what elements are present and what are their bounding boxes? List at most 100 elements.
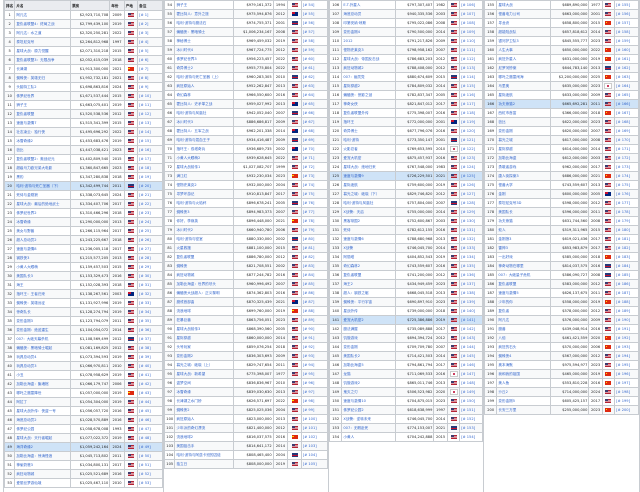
reference-link[interactable]: [# 175] — [614, 180, 639, 190]
title-link[interactable]: 哈利·波特与魔法石 — [174, 18, 234, 28]
title-link[interactable]: 速度与激情5 — [496, 288, 552, 298]
title-link[interactable]: 复仇者联盟3：无限战争 — [14, 55, 72, 65]
title-link[interactable]: 爱宠大机密2 — [341, 315, 397, 325]
reference-link[interactable]: [# 160] — [614, 45, 639, 55]
reference-link[interactable]: [# 149] — [459, 387, 483, 397]
title-link[interactable]: 疯狂外星人 — [496, 54, 552, 64]
title-link[interactable]: 星战外传 — [341, 306, 397, 316]
reference-link[interactable]: [# 105] — [300, 459, 328, 469]
title-link[interactable]: 金刚 — [496, 189, 552, 199]
title-link[interactable]: 变形金刚5 — [496, 396, 552, 406]
title-link[interactable]: 玩具总动员3 — [14, 361, 72, 371]
title-link[interactable]: 复仇者联盟 — [496, 279, 552, 289]
reference-link[interactable]: [# 94] — [300, 360, 328, 370]
title-link[interactable]: 蚁人 — [496, 225, 552, 235]
title-link[interactable]: 疯狂动物城2 — [341, 63, 397, 73]
title-link[interactable]: 变形金刚4 — [341, 27, 397, 37]
reference-link[interactable]: [# 130] — [459, 216, 483, 226]
title-link[interactable]: 海王2 — [341, 279, 397, 289]
title-link[interactable]: 头号玩家 — [174, 342, 234, 352]
reference-link[interactable]: [# 179] — [614, 216, 639, 226]
reference-link[interactable]: [# 33] — [137, 298, 163, 308]
reference-link[interactable]: [# 36] — [137, 325, 163, 335]
reference-link[interactable]: [# 23] — [137, 208, 163, 218]
title-link[interactable]: 复仇者 — [496, 306, 552, 316]
reference-link[interactable]: [# 164] — [614, 81, 639, 91]
reference-link[interactable]: [# 102] — [300, 432, 328, 442]
title-link[interactable]: X战警 — [341, 243, 397, 253]
title-link[interactable]: E.T.外星人 — [341, 0, 397, 10]
reference-link[interactable]: [# 171] — [614, 144, 639, 154]
reference-link[interactable]: [# 49] — [137, 442, 163, 452]
title-link[interactable]: 满江红 — [174, 171, 234, 181]
reference-link[interactable]: [# 61] — [300, 63, 328, 73]
reference-link[interactable]: [# 168] — [614, 117, 639, 127]
title-link[interactable]: 长津湖之水门桥 — [174, 396, 234, 406]
reference-link[interactable]: [# 78] — [300, 216, 328, 226]
reference-link[interactable]: [# 40] — [137, 361, 163, 371]
reference-link[interactable]: [# 48] — [137, 433, 163, 443]
title-link[interactable]: 哈利·波特与凤凰社 — [341, 198, 397, 208]
title-link[interactable]: 爱丽丝梦游仙境 — [14, 478, 72, 488]
title-link[interactable]: 鬼灭之刃 — [341, 387, 397, 397]
reference-link[interactable]: [# 159] — [614, 36, 639, 46]
reference-link[interactable]: [# 1] — [137, 10, 163, 20]
reference-link[interactable]: [# 143] — [459, 333, 483, 343]
title-link[interactable]: 人生大事 — [496, 45, 552, 55]
title-link[interactable]: 少年的你 — [496, 297, 552, 307]
title-link[interactable]: 疯狂动物城 — [14, 469, 72, 479]
title-link[interactable]: 哈利·波特与死亡圣器（上） — [174, 72, 234, 82]
title-link[interactable]: 变形金刚：绝迹重生 — [14, 325, 72, 335]
title-link[interactable]: 2012 — [341, 36, 397, 46]
title-link[interactable]: 神秘博士 — [174, 36, 234, 46]
reference-link[interactable]: [# 58] — [300, 36, 328, 46]
reference-link[interactable]: [# 200] — [614, 405, 639, 415]
title-link[interactable]: 阿凡达：水之道 — [14, 28, 72, 38]
title-link[interactable]: 马里奥 — [496, 81, 552, 91]
reference-link[interactable]: [# 65] — [300, 99, 328, 109]
title-link[interactable]: 侏罗纪公园2 — [341, 405, 397, 415]
title-link[interactable]: 暮光之城 — [496, 135, 552, 145]
reference-link[interactable]: [# 187] — [614, 288, 639, 298]
reference-link[interactable]: [# 157] — [614, 18, 639, 28]
title-link[interactable]: 饥饿游戏 — [341, 333, 397, 343]
title-link[interactable]: 哈利·波特与阿兹卡班的囚徒 — [174, 450, 234, 460]
title-link[interactable]: 复仇者联盟 — [341, 270, 397, 280]
title-link[interactable]: X战警：天启 — [341, 207, 397, 217]
title-link[interactable]: 头脑特工队2 — [14, 82, 72, 92]
reference-link[interactable]: [# 15] — [137, 136, 163, 146]
title-link[interactable]: 蜘蛛侠 — [174, 261, 234, 271]
title-link[interactable]: 蜘蛛侠2 — [174, 405, 234, 415]
reference-link[interactable]: [# 118] — [459, 108, 483, 118]
title-link[interactable]: 怪物史莱克3 — [341, 45, 397, 55]
title-link[interactable]: 指环王 — [341, 117, 397, 127]
reference-link[interactable]: [# 140] — [459, 306, 483, 316]
reference-link[interactable]: [# 135] — [459, 261, 483, 271]
title-link[interactable]: 星球大战 — [496, 0, 552, 10]
reference-link[interactable]: [# 41] — [137, 370, 163, 380]
title-link[interactable]: 魔戒首部曲 — [174, 297, 234, 307]
reference-link[interactable]: [# 45] — [137, 406, 163, 416]
title-link[interactable]: 功夫熊猫2 — [496, 99, 552, 109]
title-link[interactable]: 变形金刚2 — [174, 351, 234, 361]
header-note[interactable]: 备注 — [137, 0, 163, 11]
reference-link[interactable]: [# 60] — [300, 54, 328, 64]
reference-link[interactable]: [# 84] — [300, 270, 328, 280]
title-link[interactable]: 超人：钢铁之躯 — [341, 288, 397, 298]
title-link[interactable]: 印第安纳·琼斯 — [341, 18, 397, 28]
title-link[interactable]: 暮光之城：破晓（下） — [341, 189, 397, 199]
reference-link[interactable]: [# 142] — [459, 324, 483, 334]
reference-link[interactable]: [# 137] — [459, 279, 483, 289]
reference-link[interactable]: [# 59] — [300, 45, 328, 55]
title-link[interactable]: 星球大战：最后的绝地武士 — [14, 199, 72, 209]
reference-link[interactable]: [# 180] — [614, 225, 639, 235]
reference-link[interactable]: [# 90] — [300, 324, 328, 334]
title-link[interactable]: 蝙蝠侠：黑暗骑士 — [174, 27, 234, 37]
title-link[interactable]: 美国狙击手 — [174, 441, 234, 451]
title-link[interactable]: 哪吒之魔童降世 — [14, 388, 72, 398]
title-link[interactable]: 复仇者联盟 — [174, 252, 234, 262]
reference-link[interactable]: [# 124] — [459, 162, 483, 172]
title-link[interactable]: 惊奇队长 — [14, 307, 72, 317]
title-link[interactable]: 芭比 — [14, 145, 72, 155]
title-link[interactable]: 蜘蛛侠：英雄远征 — [14, 298, 72, 308]
